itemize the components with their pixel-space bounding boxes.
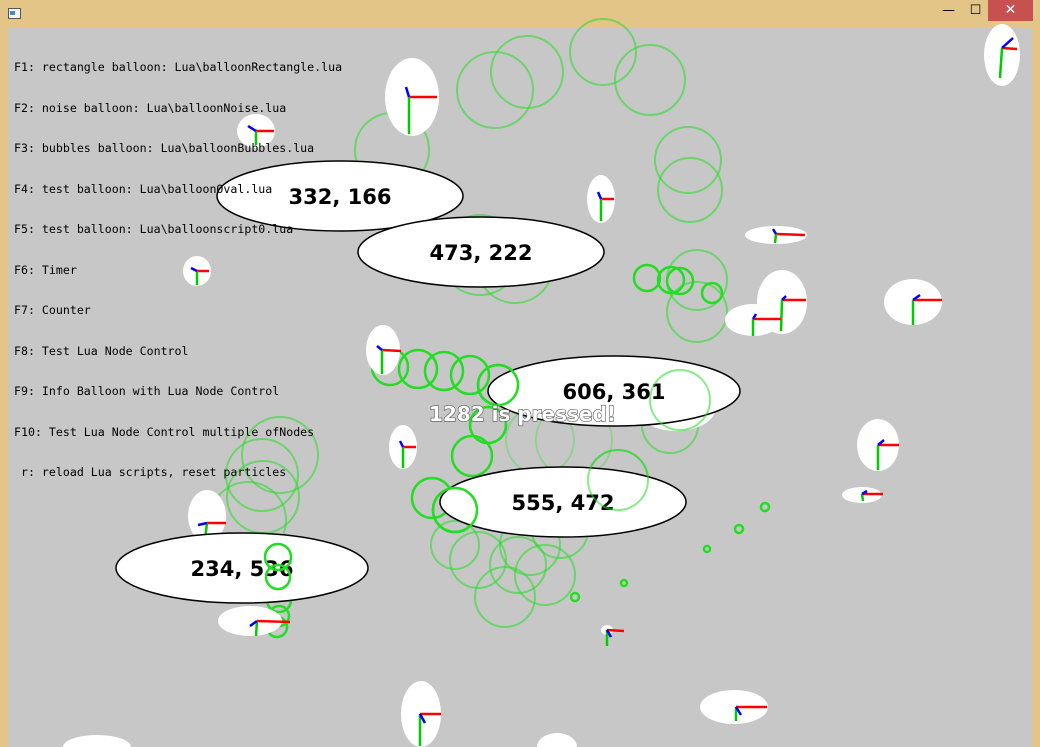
help-line: F2: noise balloon: Lua\balloonNoise.lua [14, 100, 287, 115]
help-line: F7: Counter [14, 303, 91, 317]
key-pressed-message: 1282 is pressed! [429, 402, 616, 426]
help-line: F10: Test Lua Node Control multiple ofNo… [14, 424, 315, 439]
help-line: F3: bubbles balloon: Lua\balloonBubbles.… [14, 141, 315, 155]
help-line: F4: test balloon: Lua\balloonOval.lua [14, 181, 273, 196]
node-oval [63, 735, 131, 747]
help-line: F5: test balloon: Lua\balloonscript0.lua [14, 222, 294, 236]
help-line: F8: Test Lua Node Control [14, 343, 189, 358]
balloon-555-472[interactable]: 555, 472 [439, 466, 687, 538]
help-line: F1: rectangle balloon: Lua\balloonRectan… [14, 60, 343, 74]
balloon-473-222[interactable]: 473, 222 [357, 216, 605, 288]
balloon-label: 473, 222 [430, 241, 533, 265]
help-line: r: reload Lua scripts, reset particles [14, 465, 287, 479]
help-line: F9: Info Balloon with Lua Node Control [14, 384, 280, 398]
axis-gizmo [605, 628, 625, 646]
balloon-234-536[interactable]: 234, 536 [115, 532, 369, 604]
node-oval [537, 733, 577, 747]
help-line: F6: Timer [14, 262, 77, 277]
help-text: F1: rectangle balloon: Lua\balloonRectan… [14, 34, 342, 493]
